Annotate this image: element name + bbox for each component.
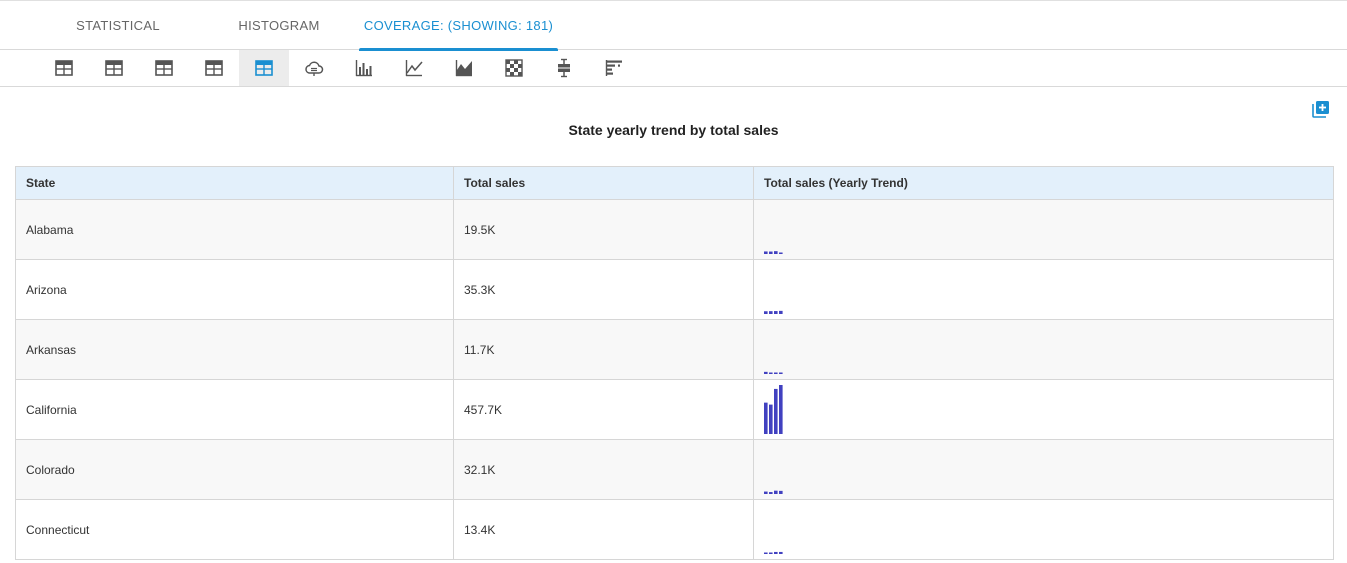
- column-header-total-sales[interactable]: Total sales: [454, 167, 754, 199]
- yearly-trend-cell: [754, 380, 1333, 439]
- tab-coverage[interactable]: COVERAGE: (SHOWING: 181): [359, 1, 558, 51]
- sparkline-bar: [764, 311, 768, 314]
- state-cell: Connecticut: [16, 500, 454, 559]
- tab-statistical[interactable]: STATISTICAL: [68, 1, 168, 50]
- bar-chart-view-button[interactable]: [339, 50, 389, 86]
- sparkline-bar: [774, 372, 778, 374]
- state-cell: Alabama: [16, 200, 454, 259]
- sparkline-bar: [769, 552, 773, 554]
- table-view-2-button[interactable]: [89, 50, 139, 86]
- total-sales-cell: 13.4K: [454, 500, 754, 559]
- sparkline-bar: [769, 251, 773, 254]
- total-sales-cell: 457.7K: [454, 380, 754, 439]
- chart-type-toolbar: [0, 50, 1347, 87]
- sparkline-bar: [774, 311, 778, 314]
- table-row[interactable]: California 457.7K: [16, 380, 1333, 440]
- sparkline-bar: [764, 251, 768, 254]
- sparkline-bar: [769, 404, 773, 434]
- area-chart-icon: [455, 60, 472, 77]
- table-view-1-button[interactable]: [39, 50, 89, 86]
- add-widget-button[interactable]: [1311, 99, 1331, 119]
- sparkline-bar-chart: [764, 385, 783, 434]
- yearly-trend-cell: [754, 320, 1333, 379]
- total-sales-cell: 32.1K: [454, 440, 754, 499]
- sparkline-bar-chart: [764, 490, 783, 494]
- table-header-row: State Total sales Total sales (Yearly Tr…: [16, 167, 1333, 200]
- sparkline-bar: [774, 490, 778, 494]
- yearly-trend-cell: [754, 500, 1333, 559]
- sparkline-bar: [774, 251, 778, 254]
- line-chart-icon: [405, 60, 423, 77]
- sparkline-bar: [769, 372, 773, 374]
- bar-chart-icon: [355, 60, 372, 77]
- line-chart-view-button[interactable]: [389, 50, 439, 86]
- table-icon: [155, 60, 173, 76]
- sparkline-bar: [764, 402, 768, 434]
- sparkline-bar: [779, 490, 783, 494]
- table-icon: [205, 60, 223, 76]
- area-chart-view-button[interactable]: [439, 50, 489, 86]
- sparkline-bar: [774, 551, 778, 554]
- sparkline-bar: [779, 252, 783, 254]
- table-row[interactable]: Alabama 19.5K: [16, 200, 1333, 260]
- stacked-bar-icon: [605, 60, 622, 76]
- heatmap-icon: [505, 59, 523, 77]
- total-sales-cell: 35.3K: [454, 260, 754, 319]
- box-plot-icon: [558, 58, 570, 78]
- trend-table-view-button[interactable]: [239, 50, 289, 86]
- table-icon: [255, 60, 273, 76]
- table-view-3-button[interactable]: [139, 50, 189, 86]
- table-icon: [105, 60, 123, 76]
- sparkline-bar: [764, 491, 768, 494]
- box-plot-view-button[interactable]: [539, 50, 589, 86]
- sparkline-bar: [764, 552, 768, 554]
- sparkline-bar: [764, 371, 768, 374]
- sparkline-bar: [779, 385, 783, 434]
- sparkline-bar-chart: [764, 310, 783, 314]
- table-row[interactable]: Arkansas 11.7K: [16, 320, 1333, 380]
- table-view-4-button[interactable]: [189, 50, 239, 86]
- sparkline-bar: [769, 492, 773, 494]
- yearly-trend-cell: [754, 260, 1333, 319]
- sparkline-bar: [769, 311, 773, 314]
- chart-title: State yearly trend by total sales: [568, 122, 779, 138]
- sparkline-bar-chart: [764, 251, 783, 254]
- table-row[interactable]: Connecticut 13.4K: [16, 500, 1333, 560]
- cloud-icon: [305, 61, 324, 76]
- table-row[interactable]: Colorado 32.1K: [16, 440, 1333, 500]
- table-row[interactable]: Arizona 35.3K: [16, 260, 1333, 320]
- total-sales-cell: 11.7K: [454, 320, 754, 379]
- sparkline-bar: [779, 551, 783, 554]
- yearly-trend-cell: [754, 200, 1333, 259]
- data-table: State Total sales Total sales (Yearly Tr…: [15, 166, 1334, 560]
- state-cell: Arizona: [16, 260, 454, 319]
- tab-bar: STATISTICAL HISTOGRAM COVERAGE: (SHOWING…: [0, 0, 1347, 51]
- state-cell: California: [16, 380, 454, 439]
- table-icon: [55, 60, 73, 76]
- sparkline-bar: [779, 372, 783, 374]
- add-icon: [1312, 101, 1329, 118]
- sparkline-bar: [774, 388, 778, 434]
- total-sales-cell: 19.5K: [454, 200, 754, 259]
- state-cell: Arkansas: [16, 320, 454, 379]
- heatmap-view-button[interactable]: [489, 50, 539, 86]
- state-cell: Colorado: [16, 440, 454, 499]
- column-header-yearly-trend[interactable]: Total sales (Yearly Trend): [754, 167, 1333, 199]
- sparkline-bar-chart: [764, 371, 783, 374]
- tab-histogram[interactable]: HISTOGRAM: [224, 1, 334, 50]
- sparkline-bar: [779, 310, 783, 314]
- sparkline-bar-chart: [764, 551, 783, 554]
- stacked-bar-view-button[interactable]: [589, 50, 639, 86]
- column-header-state[interactable]: State: [16, 167, 454, 199]
- word-cloud-view-button[interactable]: [289, 50, 339, 86]
- yearly-trend-cell: [754, 440, 1333, 499]
